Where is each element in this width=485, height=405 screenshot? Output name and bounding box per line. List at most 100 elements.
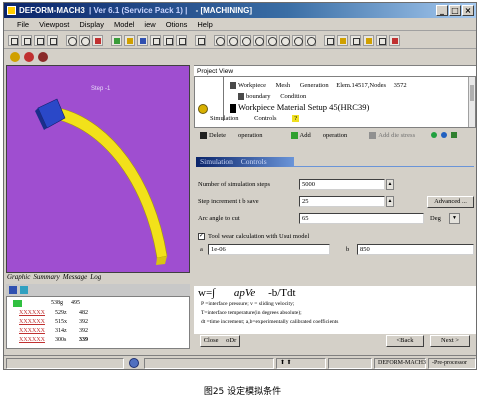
graphics-viewport[interactable]: Step -1	[6, 65, 190, 273]
usui-formula: w=∫ apVe -b/Tdt	[198, 287, 296, 299]
step-increment-input[interactable]: 25	[299, 196, 385, 207]
tree-node-material[interactable]: Workpiece Material Setup 45(HRC39)	[230, 102, 369, 113]
list-item[interactable]: XXXXXX 300s 339	[13, 337, 93, 345]
menu-model[interactable]: Model	[114, 20, 134, 29]
close-button[interactable]: ×	[462, 5, 474, 16]
list-item[interactable]: XXXXXX 515x 392	[13, 319, 93, 327]
axis-icon[interactable]	[324, 34, 335, 46]
delete-icon	[200, 131, 207, 139]
project-actions: Delete operation Add operation Add die s…	[194, 128, 476, 142]
list-item[interactable]: 538g 495	[13, 300, 93, 308]
a-coefficient-input[interactable]: 1e-06	[208, 244, 330, 255]
mark-icon[interactable]	[389, 34, 400, 46]
camera-icon[interactable]	[34, 34, 45, 46]
menu-viewpost[interactable]: Viewpost	[39, 20, 69, 29]
pan-icon[interactable]	[227, 34, 238, 46]
maximize-button[interactable]: □	[449, 5, 461, 16]
tree-node-boundary[interactable]: boundary Condition	[238, 93, 306, 101]
list-icon[interactable]	[9, 286, 17, 294]
fit-icon[interactable]	[363, 34, 374, 46]
status-cell-info	[144, 358, 274, 369]
scroll-thumb[interactable]	[470, 85, 474, 101]
tab-summary[interactable]: Summary	[33, 273, 59, 283]
menu-options[interactable]: Otions	[166, 20, 188, 29]
measure-icon[interactable]	[350, 34, 361, 46]
list-item[interactable]: XXXXXX 314z 392	[13, 328, 93, 336]
arc-angle-label: Arc angle to cut	[198, 215, 240, 222]
mesh-icon[interactable]	[66, 34, 77, 46]
project-tree: Workpiece Mesh Generation Elem.14517,Nod…	[194, 76, 476, 128]
status-green-icon	[431, 132, 438, 138]
back-button[interactable]: <Back	[386, 335, 424, 347]
rotate-icon[interactable]	[266, 34, 277, 46]
tree-icon[interactable]	[20, 286, 28, 294]
pin-icon[interactable]	[38, 52, 48, 62]
minimize-button[interactable]: _	[436, 5, 448, 16]
save-icon[interactable]	[8, 34, 19, 46]
tool-wear-checkbox[interactable]: ✓	[198, 233, 205, 240]
tree-node-simulation[interactable]: Simulation Controls ?	[210, 115, 300, 122]
select-icon[interactable]	[214, 34, 225, 46]
tab-log[interactable]: Log	[90, 273, 101, 283]
panel-buttons: Close oDr <Back Next >	[194, 334, 476, 348]
iso-view-icon[interactable]	[337, 34, 348, 46]
view-side-icon[interactable]	[176, 34, 187, 46]
tool-icon[interactable]	[92, 34, 103, 46]
status-mode: -Pre-processor	[428, 358, 476, 369]
wireframe-icon[interactable]	[124, 34, 135, 46]
tab-message[interactable]: Message	[63, 273, 88, 283]
view-front-icon[interactable]	[150, 34, 161, 46]
menu-display[interactable]: Display	[79, 20, 104, 29]
list-item[interactable]: XXXXXX 529z 482	[13, 310, 93, 318]
capture-icon[interactable]	[47, 34, 58, 46]
rotate-x-icon[interactable]	[279, 34, 290, 46]
view-top-icon[interactable]	[163, 34, 174, 46]
help-badge[interactable]: ?	[292, 115, 300, 122]
next-button[interactable]: Next >	[430, 335, 470, 347]
frame-icon[interactable]	[195, 34, 206, 46]
b-coefficient-input[interactable]: 850	[357, 244, 474, 255]
status-blue-icon	[441, 132, 448, 138]
status-cell-main	[6, 358, 124, 369]
rotate-y-icon[interactable]	[292, 34, 303, 46]
figure-caption: 图25 设定模拟条件	[203, 387, 282, 397]
run-icon[interactable]	[10, 52, 20, 62]
rotate-z-icon[interactable]	[305, 34, 316, 46]
boundary-icon	[238, 93, 244, 101]
close-panel-button[interactable]: Close oDr	[200, 335, 240, 347]
menu-file[interactable]: File	[17, 20, 29, 29]
unit-dropdown[interactable]: ▼	[449, 213, 460, 224]
num-steps-input[interactable]: 5000	[299, 179, 385, 190]
object-icon[interactable]	[79, 34, 90, 46]
tree-node-workpiece[interactable]: Workpiece Mesh Generation Elem.14517,Nod…	[230, 82, 407, 90]
zoom-icon[interactable]	[240, 34, 251, 46]
menu-view[interactable]: iew	[144, 20, 155, 29]
print-icon[interactable]	[21, 34, 32, 46]
surface-icon[interactable]	[137, 34, 148, 46]
globe-icon	[129, 358, 139, 368]
advanced-button[interactable]: Advanced ...	[427, 196, 474, 208]
status-app-name: DEFORM-MACH3	[374, 358, 426, 369]
num-steps-spinner[interactable]: ▲	[386, 179, 394, 190]
add-operation-button[interactable]: Add operation	[290, 131, 347, 139]
stop-icon[interactable]	[24, 52, 34, 62]
status-bar: ⬆ ⬆ DEFORM-MACH3 -Pre-processor	[4, 355, 476, 369]
tree-scrollbar[interactable]	[468, 77, 475, 127]
material-icon	[230, 103, 236, 113]
add-die-stress-button[interactable]: Add die stress	[369, 131, 415, 139]
delete-operation-button[interactable]: Delete operation	[200, 131, 263, 139]
zoom-box-icon[interactable]	[253, 34, 264, 46]
formula-legend-2: T=interface temperature(in degrees absol…	[201, 310, 302, 316]
step-label: Step -1	[91, 86, 111, 92]
arc-angle-input[interactable]: 65	[299, 213, 424, 224]
section-icon[interactable]	[376, 34, 387, 46]
step-increment-label: Step increment t b save	[198, 198, 259, 205]
formula-legend-1: P =interface pressure; v = sliding veloc…	[201, 301, 295, 307]
app-icon	[7, 6, 16, 15]
menu-help[interactable]: Help	[197, 20, 212, 29]
window-buttons: _ □ ×	[436, 5, 474, 16]
tab-graphic[interactable]: Graphic	[7, 273, 30, 283]
step-increment-spinner[interactable]: ▲	[386, 196, 394, 207]
shade-icon[interactable]	[111, 34, 122, 46]
status-cell-blank	[328, 358, 372, 369]
